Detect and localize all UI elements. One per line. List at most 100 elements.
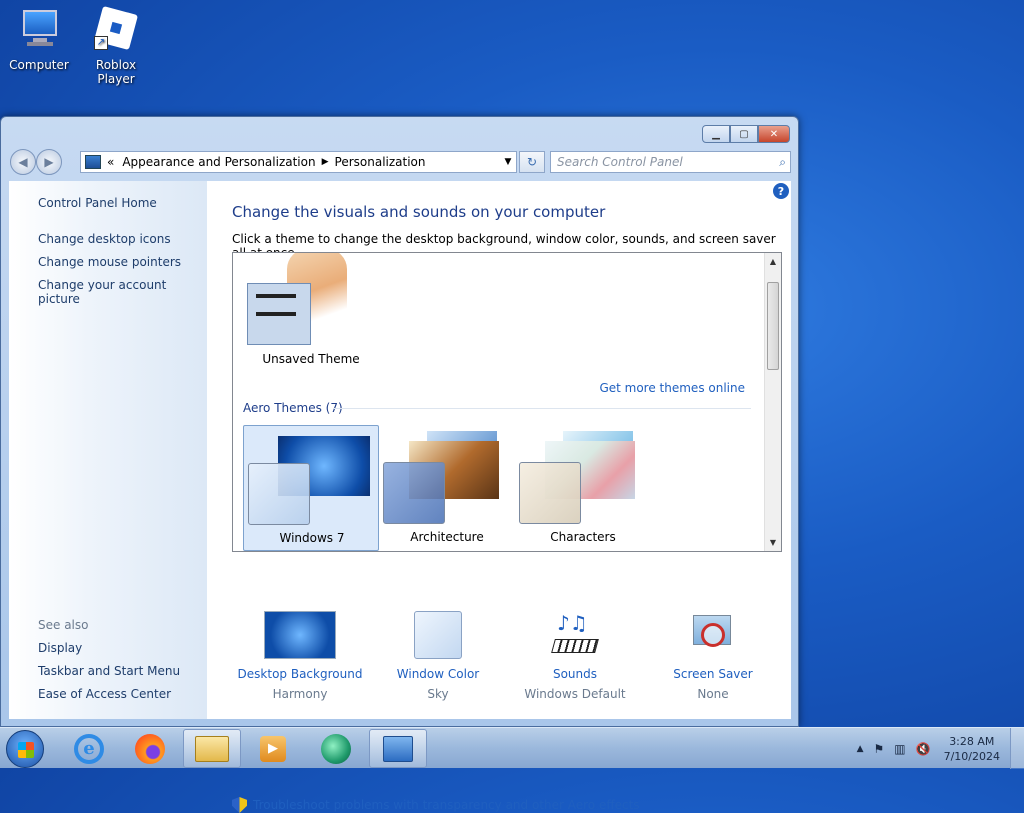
screen-saver-setting[interactable]: Screen Saver None <box>643 615 783 701</box>
theme-label-characters: Characters <box>550 530 616 544</box>
sounds-icon: ♪♫ <box>551 611 599 659</box>
theme-label-architecture: Architecture <box>410 530 484 544</box>
scroll-up-icon[interactable]: ▲ <box>765 253 781 270</box>
sidebar-item-mouse-pointers[interactable]: Change mouse pointers <box>38 255 181 269</box>
shield-icon <box>232 797 247 813</box>
desktop-background-value: Harmony <box>272 687 328 701</box>
taskbar-media-player[interactable]: ▶ <box>244 729 302 768</box>
volume-muted-icon[interactable]: 🔇 <box>916 742 931 756</box>
search-placeholder: Search Control Panel <box>557 155 683 169</box>
computer-icon <box>15 6 63 54</box>
aero-themes-header: Aero Themes (7) <box>243 401 343 415</box>
theme-tile-windows7[interactable]: Windows 7 <box>243 425 379 551</box>
scroll-thumb[interactable] <box>767 282 779 370</box>
taskbar-control-panel[interactable] <box>369 729 427 768</box>
screen-saver-value: None <box>697 687 729 701</box>
clock-time: 3:28 AM <box>949 734 995 748</box>
get-more-themes-link[interactable]: Get more themes online <box>599 381 745 395</box>
sidebar-item-control-panel-home[interactable]: Control Panel Home <box>38 196 157 210</box>
window-color-swatch <box>383 462 445 524</box>
sounds-link[interactable]: Sounds <box>505 667 645 681</box>
refresh-button[interactable]: ↻ <box>519 151 545 173</box>
title-bar-buttons: ▁ ▢ ✕ <box>702 125 790 143</box>
clock[interactable]: 3:28 AM 7/10/2024 <box>944 734 1000 764</box>
desktop-icon-computer[interactable]: Computer <box>1 6 77 72</box>
show-hidden-icons-icon[interactable]: ▲ <box>857 744 864 754</box>
unsaved-theme-label: Unsaved Theme <box>262 352 360 366</box>
desktop-icon-label: Computer <box>9 58 69 72</box>
control-panel-icon <box>383 735 413 762</box>
desktop-icon-roblox[interactable]: ↗ Roblox Player <box>78 5 154 86</box>
sounds-setting[interactable]: ♪♫ Sounds Windows Default <box>505 611 645 701</box>
scroll-down-icon[interactable]: ▼ <box>765 534 781 551</box>
taskbar-internet-explorer[interactable]: e <box>60 729 118 768</box>
internet-explorer-icon: e <box>74 733 104 764</box>
maximize-button[interactable]: ▢ <box>730 125 758 143</box>
taskbar: e ▶ ▲ ⚑ ▥ 🔇 3:28 AM 7/10/2024 <box>0 727 1024 769</box>
window-color-swatch <box>248 463 310 525</box>
sidebar-item-taskbar[interactable]: Taskbar and Start Menu <box>38 664 180 678</box>
breadcrumb-personalization[interactable]: Personalization <box>335 155 426 169</box>
theme-list: Unsaved Theme Get more themes online Aer… <box>232 252 782 552</box>
help-icon[interactable]: ? <box>773 183 789 199</box>
window-color-link[interactable]: Window Color <box>368 667 508 681</box>
back-button[interactable]: ◀ <box>10 149 36 175</box>
taskbar-file-explorer[interactable] <box>183 729 241 768</box>
window-color-swatch <box>519 462 581 524</box>
screen-saver-link[interactable]: Screen Saver <box>643 667 783 681</box>
control-panel-icon <box>85 155 101 169</box>
sidebar-item-display[interactable]: Display <box>38 641 82 655</box>
desktop-background-link[interactable]: Desktop Background <box>230 667 370 681</box>
window-color-value: Sky <box>427 687 449 701</box>
show-desktop-button[interactable] <box>1010 728 1024 769</box>
breadcrumb-overflow[interactable]: « <box>107 155 114 169</box>
green-circle-app-icon <box>321 733 351 764</box>
firefox-icon <box>135 733 165 764</box>
window-color-setting[interactable]: Window Color Sky <box>368 611 508 701</box>
sidebar-item-desktop-icons[interactable]: Change desktop icons <box>38 232 171 246</box>
search-icon[interactable]: ⌕ <box>779 155 786 170</box>
breadcrumb-separator-icon[interactable]: ▶ <box>322 157 329 167</box>
network-icon[interactable]: ▥ <box>894 742 905 756</box>
troubleshoot-link-row[interactable]: Troubleshoot problems with transparency … <box>232 797 640 813</box>
breadcrumb-appearance[interactable]: Appearance and Personalization <box>122 155 315 169</box>
sidebar: Control Panel Home Change desktop icons … <box>9 181 207 719</box>
action-center-flag-icon[interactable]: ⚑ <box>874 742 885 756</box>
sounds-value: Windows Default <box>524 687 626 701</box>
troubleshoot-link[interactable]: Troubleshoot problems with transparency … <box>253 798 640 812</box>
unsaved-theme-tile[interactable] <box>247 253 347 347</box>
taskbar-green-app[interactable] <box>307 729 365 768</box>
folder-icon <box>195 735 229 762</box>
theme-label-windows7: Windows 7 <box>279 531 345 545</box>
media-player-icon: ▶ <box>260 735 286 762</box>
forward-arrow-icon: ▶ <box>44 155 54 169</box>
theme-tile-characters[interactable]: Characters <box>515 425 651 551</box>
content-area: Control Panel Home Change desktop icons … <box>9 181 791 813</box>
screen-saver-icon <box>689 611 737 659</box>
desktop-background-icon <box>264 611 336 659</box>
section-divider <box>333 408 751 409</box>
back-arrow-icon: ◀ <box>18 155 28 169</box>
sidebar-item-ease-of-access[interactable]: Ease of Access Center <box>38 687 171 701</box>
see-also-header: See also <box>38 618 89 632</box>
personalization-window: ▁ ▢ ✕ ◀ ▶ « Appearance and Personalizati… <box>0 116 799 813</box>
address-dropdown-icon[interactable]: ▼ <box>500 157 516 167</box>
theme-list-scrollbar[interactable]: ▲ ▼ <box>764 253 781 551</box>
taskbar-firefox[interactable] <box>121 729 179 768</box>
desktop-background-setting[interactable]: Desktop Background Harmony <box>230 611 370 701</box>
search-input[interactable]: Search Control Panel ⌕ <box>550 151 791 173</box>
desktop-icon-label: Roblox Player <box>95 58 137 86</box>
close-button[interactable]: ✕ <box>758 125 790 143</box>
forward-button[interactable]: ▶ <box>36 149 62 175</box>
theme-tile-architecture[interactable]: Architecture <box>379 425 515 551</box>
window-preview-icon <box>247 283 311 345</box>
roblox-icon: ↗ <box>92 5 140 54</box>
window-color-icon <box>414 611 462 659</box>
system-tray: ▲ ⚑ ▥ 🔇 3:28 AM 7/10/2024 <box>852 728 1024 769</box>
page-title: Change the visuals and sounds on your co… <box>232 203 606 221</box>
start-button[interactable] <box>6 730 44 768</box>
clock-date: 7/10/2024 <box>943 749 1000 763</box>
minimize-button[interactable]: ▁ <box>702 125 730 143</box>
address-bar[interactable]: « Appearance and Personalization ▶ Perso… <box>80 151 517 173</box>
sidebar-item-account-picture[interactable]: Change your account picture <box>38 278 207 306</box>
